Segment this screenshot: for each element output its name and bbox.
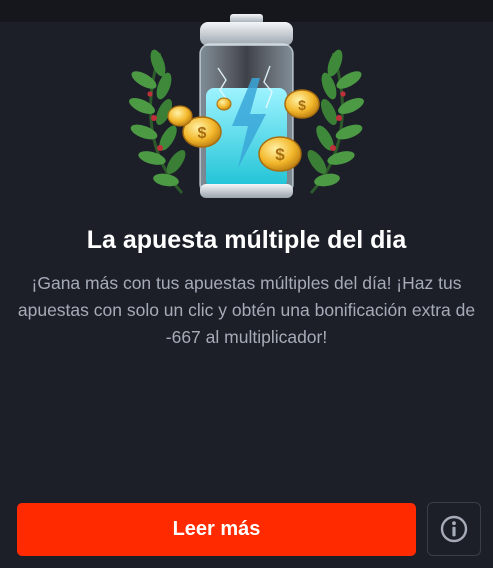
laurel-right-icon xyxy=(307,49,364,195)
info-icon xyxy=(440,515,468,543)
svg-text:$: $ xyxy=(198,125,207,142)
card-description: ¡Gana más con tus apuestas múltiples del… xyxy=(17,273,476,347)
promo-card: $ $ $ La apuesta múltiple del dia ¡Gana … xyxy=(0,0,493,568)
read-more-button[interactable]: Leer más xyxy=(17,503,416,556)
svg-text:$: $ xyxy=(275,145,285,164)
svg-text:$: $ xyxy=(298,97,306,113)
info-button[interactable] xyxy=(427,502,481,556)
card-title: La apuesta múltiple del dia xyxy=(86,226,407,254)
battery-laurel-coins-icon: $ $ $ xyxy=(129,14,364,198)
